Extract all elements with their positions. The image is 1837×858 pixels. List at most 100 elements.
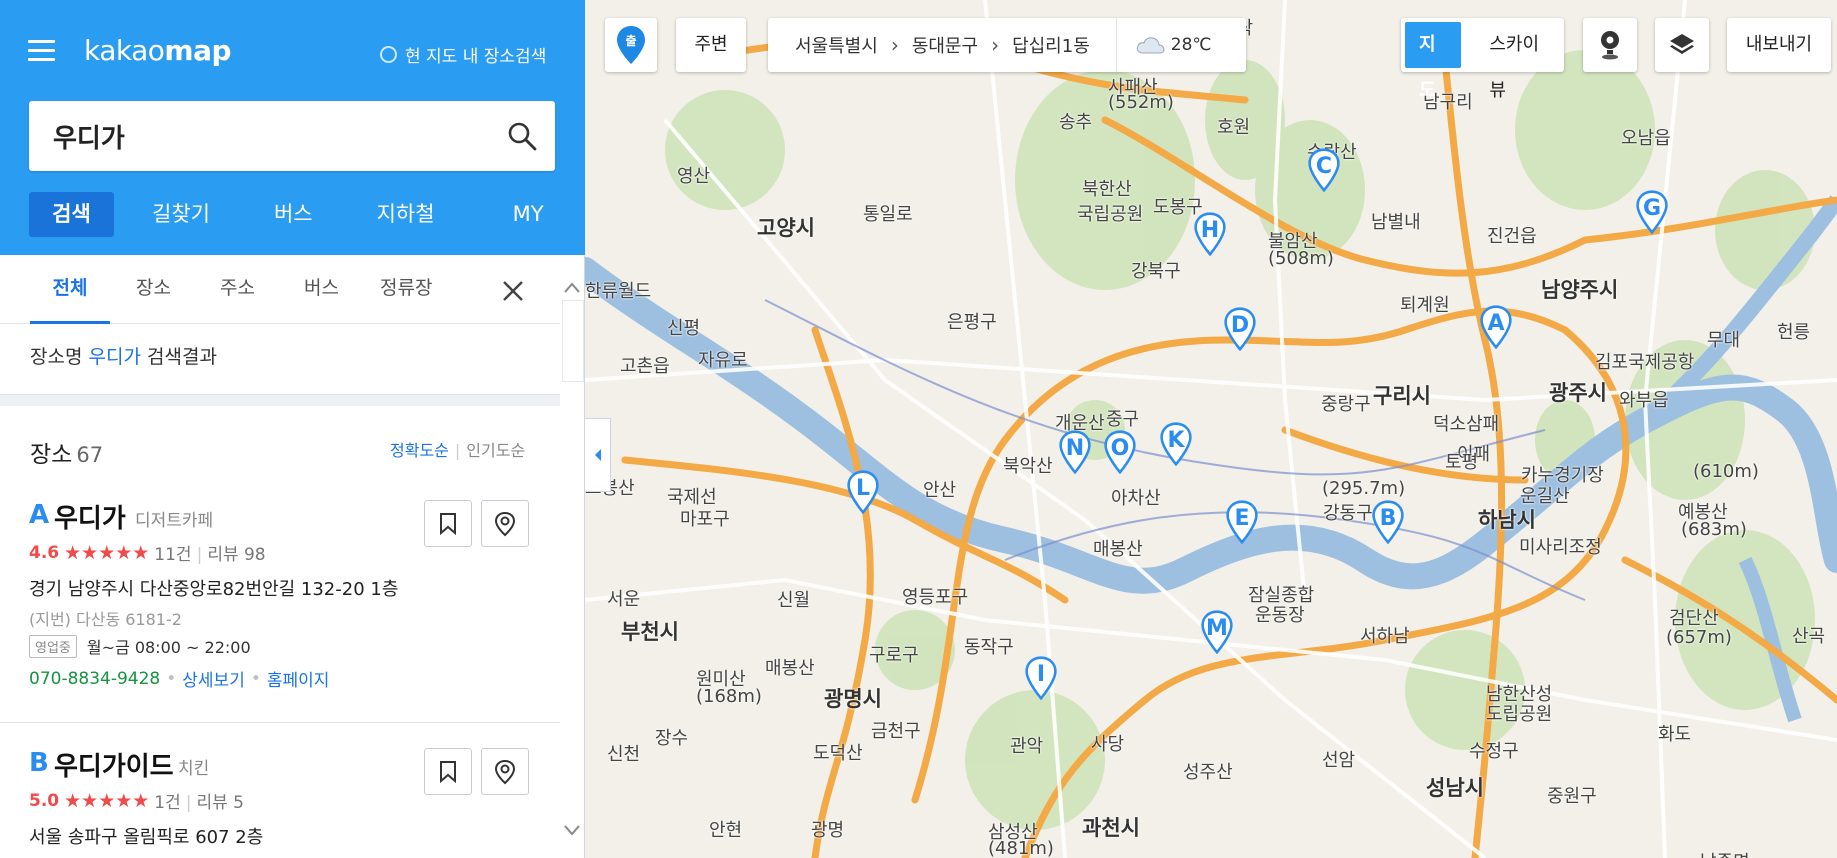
filter-tab-all[interactable]: 전체 <box>30 255 110 324</box>
export-button[interactable]: 내보내기 <box>1727 18 1831 72</box>
map-place-label: 성주산 <box>1183 762 1233 783</box>
map-place-label: 아차산 <box>1111 488 1161 509</box>
map-canvas[interactable]: 고양시통일로북한산국립공원사패산(552m)송추호원도봉구수락산불암산(508m… <box>572 0 1837 858</box>
map-place-label: (657m) <box>1666 627 1732 648</box>
directions-button[interactable] <box>481 748 529 795</box>
map-place-label: 광명 <box>811 820 845 841</box>
menu-icon[interactable] <box>28 40 55 62</box>
map-place-label: 안현 <box>709 820 743 841</box>
kakaomap-logo[interactable]: kakaomap <box>84 34 232 67</box>
map-marker-h[interactable]: H <box>1191 212 1229 264</box>
search-in-current-map-toggle[interactable]: 현 지도 내 장소검색 <box>380 42 546 67</box>
map-marker-letter: G <box>1642 196 1662 221</box>
map-place-label: (508m) <box>1268 248 1334 269</box>
scroll-down-icon[interactable] <box>563 822 581 838</box>
rating-count: 11건 <box>154 545 192 565</box>
place-hours: 영업중 월~금 08:00 ~ 22:00 <box>29 634 251 658</box>
map-place-label: 운길산 <box>1520 486 1570 507</box>
map-marker-a[interactable]: A <box>1477 305 1515 357</box>
map-place-label: 사당 <box>1091 734 1125 755</box>
search-icon[interactable] <box>507 121 537 151</box>
nav-tab-my[interactable]: MY <box>513 192 544 237</box>
filter-tab-stop[interactable]: 정류장 <box>380 255 432 324</box>
place-name[interactable]: 우디가이드 <box>54 746 174 783</box>
map-place-label: (295.7m) <box>1322 478 1406 499</box>
section-divider <box>0 394 560 406</box>
place-jibun-address: (지번) 다산동 6181-2 <box>29 610 182 629</box>
map-type-switch[interactable]: 지도 스카이뷰 <box>1401 18 1564 101</box>
map-type-map-button[interactable]: 지도 <box>1405 22 1462 101</box>
map-place-label: 퇴계원 <box>1400 295 1450 316</box>
region-breadcrumb[interactable]: 서울특별시 › 동대문구 › 답십리1동 28℃ <box>768 18 1246 72</box>
scroll-up-icon[interactable] <box>563 280 581 296</box>
bookmark-button[interactable] <box>424 748 472 795</box>
item-divider <box>0 722 560 723</box>
map-place-label: 신월 <box>777 590 811 611</box>
location-pin-icon <box>494 759 516 784</box>
map-place-label: 하남시 <box>1478 508 1536 532</box>
collapse-panel-button[interactable] <box>585 418 611 492</box>
map-marker-l[interactable]: L <box>844 470 882 522</box>
map-type-skyview-button[interactable]: 스카이뷰 <box>1475 22 1560 101</box>
filter-tab-address[interactable]: 주소 <box>220 255 255 324</box>
map-marker-o[interactable]: O <box>1101 430 1139 482</box>
place-address: 경기 남양주시 다산중앙로82번안길 132-20 1층 <box>29 579 399 600</box>
result-keyword: 우디가 <box>88 346 141 368</box>
close-icon[interactable] <box>500 278 526 304</box>
map-marker-k[interactable]: K <box>1157 422 1195 474</box>
place-category: 디저트카페 <box>135 511 214 531</box>
map-place-label: 남별내 <box>1371 212 1421 233</box>
review-count[interactable]: 리뷰 5 <box>197 793 245 813</box>
map-place-label: 통일로 <box>863 204 913 225</box>
map-marker-i[interactable]: I <box>1022 656 1060 708</box>
sort-popularity[interactable]: 인기도순 <box>466 441 525 460</box>
place-name[interactable]: 우디가 <box>54 498 126 535</box>
map-place-label: 와부읍 <box>1619 390 1669 411</box>
bookmark-button[interactable] <box>424 500 472 547</box>
map-marker-m[interactable]: M <box>1198 610 1236 662</box>
map-place-label: 서운 <box>607 589 641 610</box>
map-marker-g[interactable]: G <box>1633 190 1671 242</box>
caret-left-icon <box>594 449 601 461</box>
map-marker-b[interactable]: B <box>1369 500 1407 552</box>
map-place-label: 금천구 <box>871 721 921 742</box>
scrollbar-thumb[interactable] <box>562 300 584 382</box>
nav-tab-search[interactable]: 검색 <box>29 192 114 237</box>
map-place-label: 매봉산 <box>1093 539 1143 560</box>
place-phone[interactable]: 070-8834-9428 <box>29 669 160 689</box>
map-marker-e[interactable]: E <box>1223 500 1261 552</box>
map-place-label: 덕소삼패 <box>1433 414 1500 435</box>
roadview-icon <box>1601 31 1619 60</box>
map-marker-d[interactable]: D <box>1221 307 1259 359</box>
map-place-label: 남양주시 <box>1541 278 1619 302</box>
nearby-button[interactable]: 주변 <box>676 18 746 72</box>
places-count: 67 <box>76 443 104 467</box>
filter-tab-bus[interactable]: 버스 <box>304 255 339 324</box>
breadcrumb-district[interactable]: 동대문구 <box>912 32 978 58</box>
map-place-label: 신천 <box>607 744 641 765</box>
result-prefix: 장소명 <box>30 346 83 368</box>
place-detail-link[interactable]: 상세보기 <box>182 666 245 691</box>
directions-button[interactable] <box>481 500 529 547</box>
start-location-button[interactable]: 출 <box>605 18 657 72</box>
roadview-button[interactable] <box>1583 18 1637 72</box>
review-count[interactable]: 리뷰 98 <box>207 545 265 565</box>
radio-icon[interactable] <box>380 46 397 63</box>
map-place-label: 부천시 <box>621 620 679 644</box>
map-place-label: 송추 <box>1059 112 1093 133</box>
map-layers-button[interactable] <box>1655 18 1709 72</box>
breadcrumb-dong[interactable]: 답십리1동 <box>1012 32 1090 58</box>
nav-tab-bus[interactable]: 버스 <box>274 192 313 237</box>
nav-tab-subway[interactable]: 지하철 <box>377 192 435 237</box>
search-input[interactable] <box>53 115 483 157</box>
map-marker-c[interactable]: C <box>1305 148 1343 200</box>
map-place-label: 남종면 <box>1700 848 1750 858</box>
breadcrumb-city[interactable]: 서울특별시 <box>795 32 878 58</box>
map-place-label: 미사리조정 <box>1519 537 1602 558</box>
map-place-label: 선암 <box>1322 750 1356 771</box>
filter-tab-place[interactable]: 장소 <box>136 255 171 324</box>
nav-tab-directions[interactable]: 길찾기 <box>152 192 210 237</box>
map-marker-n[interactable]: N <box>1056 430 1094 482</box>
place-homepage-link[interactable]: 홈페이지 <box>267 666 330 691</box>
sort-accuracy[interactable]: 정확도순 <box>390 441 449 460</box>
